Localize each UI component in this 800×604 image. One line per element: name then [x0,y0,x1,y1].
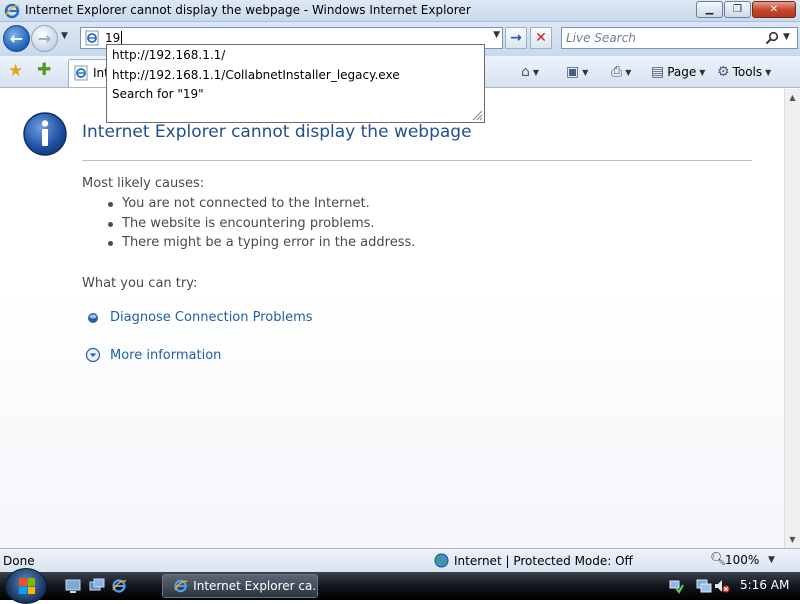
window-title: Internet Explorer cannot display the web… [25,3,471,17]
title-divider [82,160,752,161]
page-title: Internet Explorer cannot display the web… [82,122,472,142]
maximize-button[interactable]: ❐ [724,1,751,18]
back-arrow-icon: ← [9,29,24,48]
printer-icon: ⎙ [611,64,623,80]
forward-arrow-icon: → [37,29,52,48]
list-item: The website is encountering problems. [106,216,415,236]
ie-window: Internet Explorer cannot display the web… [0,0,800,572]
switch-windows-icon[interactable] [89,578,105,594]
resize-grip-icon[interactable] [470,108,483,121]
feeds-button[interactable]: ▣ ▼ [566,63,588,81]
title-bar[interactable]: Internet Explorer cannot display the web… [0,0,800,22]
expand-chevron-icon[interactable] [85,347,101,363]
favorites-star-icon[interactable]: ★ [8,63,23,80]
page-content: Internet Explorer cannot display the web… [0,89,784,548]
page-menu-icon: ▤ [651,64,665,80]
more-information-link[interactable]: More information [110,348,221,363]
print-button[interactable]: ⎙ ▼ [611,63,631,81]
search-box[interactable]: ▼ [561,27,798,49]
taskbar: Internet Explorer ca... 5:16 AM [0,568,800,604]
autocomplete-item[interactable]: http://192.168.1.1/ [112,48,225,62]
search-options-dropdown-icon[interactable]: ▼ [783,32,790,42]
stop-button[interactable]: ✕ [530,27,552,49]
status-text: Done [3,554,35,568]
zoom-level[interactable]: 100% [725,553,759,567]
minimize-button[interactable]: ▁ [696,1,723,18]
connection-tray-icon[interactable] [696,578,712,594]
network-tray-icon[interactable] [668,578,684,594]
gear-icon: ⚙ [717,64,730,80]
zoom-dropdown-icon[interactable]: ▼ [768,555,775,565]
volume-muted-icon[interactable] [714,578,730,594]
add-favorites-icon[interactable]: ✚ [37,62,51,79]
page-icon [74,65,88,81]
vertical-scrollbar[interactable]: ▲ ▼ [784,89,800,548]
text-caret [121,31,122,45]
taskbar-button-label: Internet Explorer ca... [193,579,317,593]
autocomplete-search-item[interactable]: Search for "19" [112,87,204,101]
forward-button[interactable]: → [31,25,58,52]
taskbar-ie-button[interactable]: Internet Explorer ca... [162,574,318,598]
page-dropdown-icon: ▼ [699,67,706,77]
tools-menu-label: Tools [732,65,763,79]
home-button[interactable]: ⌂ ▼ [521,63,539,81]
search-input[interactable] [566,30,756,46]
list-item: You are not connected to the Internet. [106,196,415,216]
feeds-icon: ▣ [566,64,580,80]
page-menu-label: Page [667,65,697,79]
search-icon[interactable] [765,31,779,45]
start-button[interactable] [5,568,47,604]
causes-list: You are not connected to the Internet. T… [106,196,415,255]
ie-logo-icon [174,579,188,593]
address-autocomplete: http://192.168.1.1/ http://192.168.1.1/C… [106,44,485,123]
tab-current[interactable]: Int [68,59,109,87]
windows-logo-icon [19,578,35,594]
page-icon [85,30,99,46]
feeds-dropdown-icon[interactable]: ▼ [582,68,588,77]
show-desktop-icon[interactable] [65,578,81,594]
page-menu[interactable]: ▤ Page ▼ [651,63,705,81]
back-button[interactable]: ← [3,25,30,52]
home-dropdown-icon[interactable]: ▼ [533,68,539,77]
status-bar: Done Internet | Protected Mode: Off 🔍︎ 1… [0,548,800,572]
window-controls: ▁ ❐ ✕ [696,1,796,19]
print-dropdown-icon[interactable]: ▼ [625,68,631,77]
address-dropdown-icon[interactable]: ▼ [493,30,500,40]
globe-icon [434,553,449,568]
try-heading: What you can try: [82,276,198,291]
info-icon [23,112,67,156]
recent-pages-dropdown-icon[interactable]: ▼ [61,31,68,41]
go-button[interactable]: → [505,27,527,49]
security-zone-text[interactable]: Internet | Protected Mode: Off [454,554,633,568]
diagnose-connection-link[interactable]: Diagnose Connection Problems [110,310,313,325]
causes-heading: Most likely causes: [82,176,205,191]
close-button[interactable]: ✕ [752,1,796,18]
autocomplete-item[interactable]: http://192.168.1.1/CollabnetInstaller_le… [112,68,400,82]
tools-menu[interactable]: ⚙ Tools ▼ [717,63,771,81]
diagnose-bullet-icon [88,313,98,323]
tools-dropdown-icon: ▼ [765,67,772,77]
ie-quicklaunch-icon[interactable] [111,578,127,594]
scroll-down-icon[interactable]: ▼ [785,531,800,548]
ie-logo-icon [4,3,20,19]
list-item: There might be a typing error in the add… [106,235,415,255]
scroll-up-icon[interactable]: ▲ [785,89,800,106]
system-clock[interactable]: 5:16 AM [740,578,789,592]
home-icon: ⌂ [521,64,530,80]
